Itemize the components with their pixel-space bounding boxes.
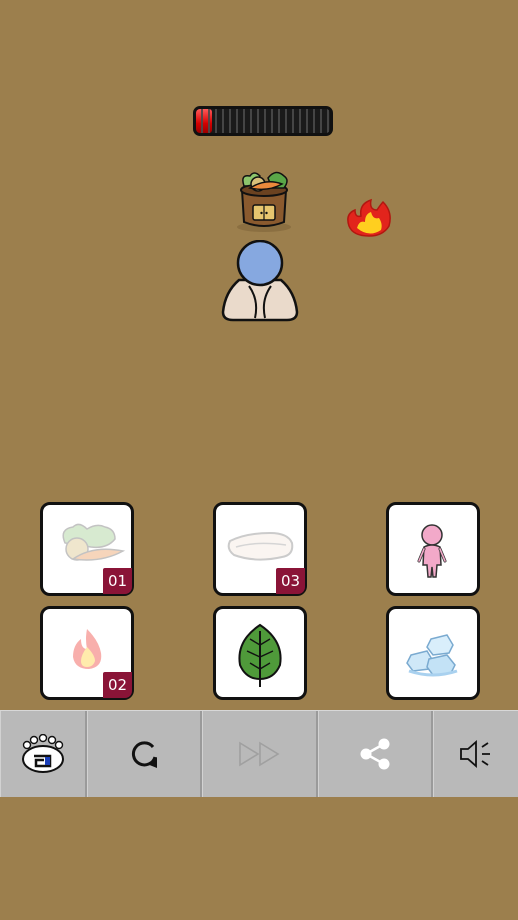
item-card-fire[interactable]: 02 — [40, 606, 134, 700]
item-card-doll[interactable] — [386, 502, 480, 596]
character-icon[interactable] — [219, 240, 301, 322]
restart-button[interactable] — [87, 711, 202, 797]
item-count-badge: 03 — [276, 568, 305, 594]
item-card-cloth[interactable]: 03 — [213, 502, 307, 596]
item-card-ice[interactable] — [386, 606, 480, 700]
ice-cubes-icon — [406, 634, 458, 677]
fast-forward-button[interactable] — [202, 711, 318, 797]
sound-icon — [460, 740, 490, 768]
item-count-badge: 01 — [103, 568, 132, 594]
restart-icon — [131, 741, 157, 768]
share-icon — [360, 738, 390, 770]
toolbar — [0, 710, 518, 797]
fast-forward-icon — [238, 741, 280, 767]
heat-meter-ticks — [196, 109, 330, 133]
heat-meter — [193, 106, 333, 136]
item-count-badge: 02 — [103, 672, 132, 698]
leaf-icon — [238, 623, 282, 687]
item-card-vegetables[interactable]: 01 — [40, 502, 134, 596]
item-card-leaf[interactable] — [213, 606, 307, 700]
logo-icon — [22, 734, 64, 773]
doll-icon — [417, 524, 447, 578]
vegetable-basket-icon[interactable] — [232, 168, 296, 234]
share-button[interactable] — [318, 711, 433, 797]
fire-icon[interactable] — [343, 198, 395, 238]
logo-button[interactable] — [0, 711, 87, 797]
sound-button[interactable] — [433, 711, 518, 797]
